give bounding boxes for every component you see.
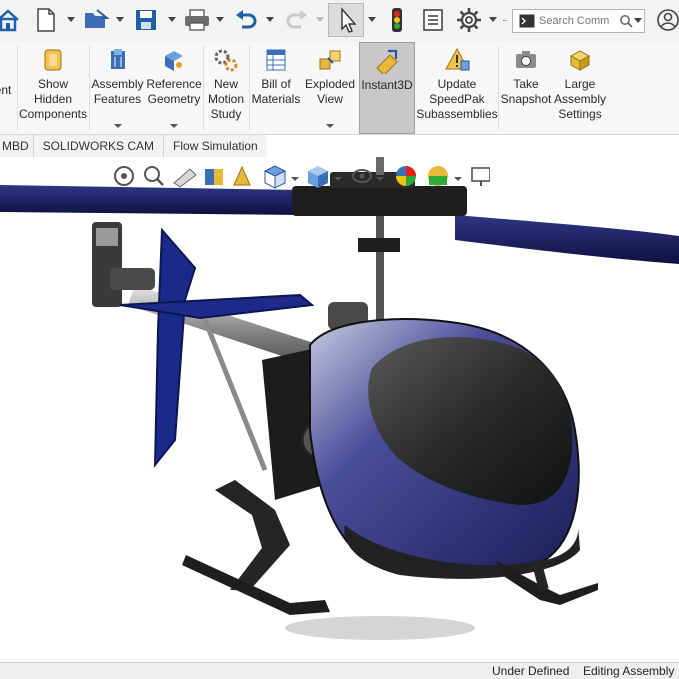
ribbon-button-label: Exploded View <box>304 77 356 106</box>
chevron-down-icon[interactable] <box>489 17 497 22</box>
chevron-down-icon <box>316 17 324 22</box>
ribbon-button-label: New Motion Study <box>207 77 245 121</box>
bill-of-materials-button[interactable]: Bill of Materials <box>250 42 302 134</box>
chevron-down-icon[interactable] <box>67 17 75 22</box>
previous-view-icon[interactable] <box>173 168 197 188</box>
select-pointer-icon <box>341 7 357 33</box>
reference-geometry-button[interactable]: Reference Geometry <box>146 42 202 134</box>
bill-of-materials-icon <box>263 47 289 73</box>
exploded-view-icon <box>317 47 343 73</box>
speedpak-update-icon <box>444 47 470 73</box>
large-assembly-settings-button[interactable]: Large Assembly Settings <box>554 42 606 134</box>
take-snapshot-button[interactable]: Take Snapshot <box>499 42 553 134</box>
edit-appearance-icon[interactable] <box>396 166 416 186</box>
swash-plate <box>358 238 400 252</box>
redo-icon[interactable] <box>283 6 311 34</box>
select-button[interactable] <box>328 3 364 37</box>
ribbon-button-ent[interactable]: ent <box>0 42 12 134</box>
heads-up-view-toolbar <box>110 159 490 193</box>
new-document-icon[interactable] <box>34 6 58 34</box>
ground-shadow <box>285 616 475 640</box>
status-mode: Editing Assembly <box>583 664 675 678</box>
update-speedpak-subassemblies-button[interactable]: Update SpeedPak Subassemblies <box>416 42 498 134</box>
view-settings-monitor-icon[interactable] <box>471 167 490 186</box>
chevron-down-icon[interactable] <box>634 18 642 23</box>
dynamic-annotation-icon[interactable] <box>233 165 251 186</box>
large-assembly-settings-icon <box>567 47 593 73</box>
home-icon[interactable] <box>0 6 22 34</box>
camera-icon <box>513 47 539 73</box>
options-gear-icon[interactable] <box>455 6 483 34</box>
undo-icon[interactable] <box>232 6 260 34</box>
display-style-icon[interactable] <box>308 166 328 188</box>
ribbon-button-label: Large Assembly Settings <box>554 77 607 121</box>
graphics-area[interactable] <box>0 157 679 662</box>
ribbon-button-label: ent <box>0 83 12 97</box>
apply-scene-icon[interactable] <box>428 166 448 186</box>
toolbar-overflow <box>503 20 507 24</box>
status-definition: Under Defined <box>492 664 570 678</box>
command-manager-ribbon: ent Show Hidden Components Assembly Feat… <box>0 42 679 135</box>
view-orientation-icon[interactable] <box>263 165 287 189</box>
ribbon-button-label: Assembly Features <box>91 77 144 106</box>
chevron-down-icon[interactable] <box>168 17 176 22</box>
file-properties-icon[interactable] <box>420 6 446 34</box>
instant3d-button[interactable]: Instant3D <box>359 42 415 134</box>
ribbon-button-label: Update SpeedPak Subassemblies <box>416 77 498 121</box>
open-folder-icon[interactable] <box>82 6 110 34</box>
hide-show-items-icon[interactable] <box>352 169 372 183</box>
chevron-down-icon[interactable] <box>326 124 334 128</box>
tail-fin[interactable] <box>153 227 197 468</box>
print-icon[interactable] <box>183 6 211 34</box>
search-input[interactable]: Search Comm <box>539 15 619 27</box>
command-prompt-icon <box>519 14 535 28</box>
chevron-down-icon[interactable] <box>116 17 124 22</box>
reference-geometry-icon <box>161 47 187 73</box>
show-hidden-components-icon <box>40 47 66 73</box>
instant3d-icon <box>374 48 400 74</box>
exploded-view-button[interactable]: Exploded View <box>303 42 357 134</box>
ribbon-button-label: Take Snapshot <box>500 77 552 106</box>
tab-flow-simulation[interactable]: Flow Simulation <box>164 135 267 157</box>
helicopter-model[interactable] <box>0 157 679 662</box>
ribbon-button-label: Reference Geometry <box>146 77 202 106</box>
section-view-icon[interactable] <box>205 169 223 185</box>
chevron-down-icon[interactable] <box>368 17 376 22</box>
show-hidden-components-button[interactable]: Show Hidden Components <box>18 42 88 134</box>
chevron-down-icon[interactable] <box>114 124 122 128</box>
main-rotor-blade-right[interactable] <box>455 215 679 264</box>
quick-access-toolbar: Search Comm <box>0 0 679 43</box>
chevron-down-icon[interactable] <box>266 17 274 22</box>
command-search-box[interactable]: Search Comm <box>512 9 645 33</box>
ribbon-button-label: Instant3D <box>361 78 413 92</box>
chevron-down-icon[interactable] <box>170 124 178 128</box>
command-manager-tabs: MBD SOLIDWORKS CAM Flow Simulation <box>0 135 267 157</box>
zoom-to-area-icon[interactable] <box>144 166 164 186</box>
save-icon[interactable] <box>132 6 160 34</box>
rotor-mast <box>376 216 384 326</box>
ribbon-button-label: Bill of Materials <box>251 77 301 106</box>
assembly-features-icon <box>105 47 131 73</box>
motion-study-gears-icon <box>213 47 239 73</box>
status-bar: Under Defined Editing Assembly <box>0 662 679 679</box>
tab-solidworks-cam[interactable]: SOLIDWORKS CAM <box>34 135 165 157</box>
tab-mbd[interactable]: MBD <box>0 135 34 157</box>
rebuild-traffic-light-icon[interactable] <box>386 6 408 34</box>
zoom-to-fit-icon[interactable] <box>114 166 134 186</box>
chevron-down-icon[interactable] <box>216 17 224 22</box>
search-icon[interactable] <box>619 14 633 28</box>
user-account-icon[interactable] <box>655 6 679 34</box>
ribbon-button-label: Show Hidden Components <box>18 77 88 121</box>
assembly-features-button[interactable]: Assembly Features <box>90 42 145 134</box>
new-motion-study-button[interactable]: New Motion Study <box>204 42 248 134</box>
